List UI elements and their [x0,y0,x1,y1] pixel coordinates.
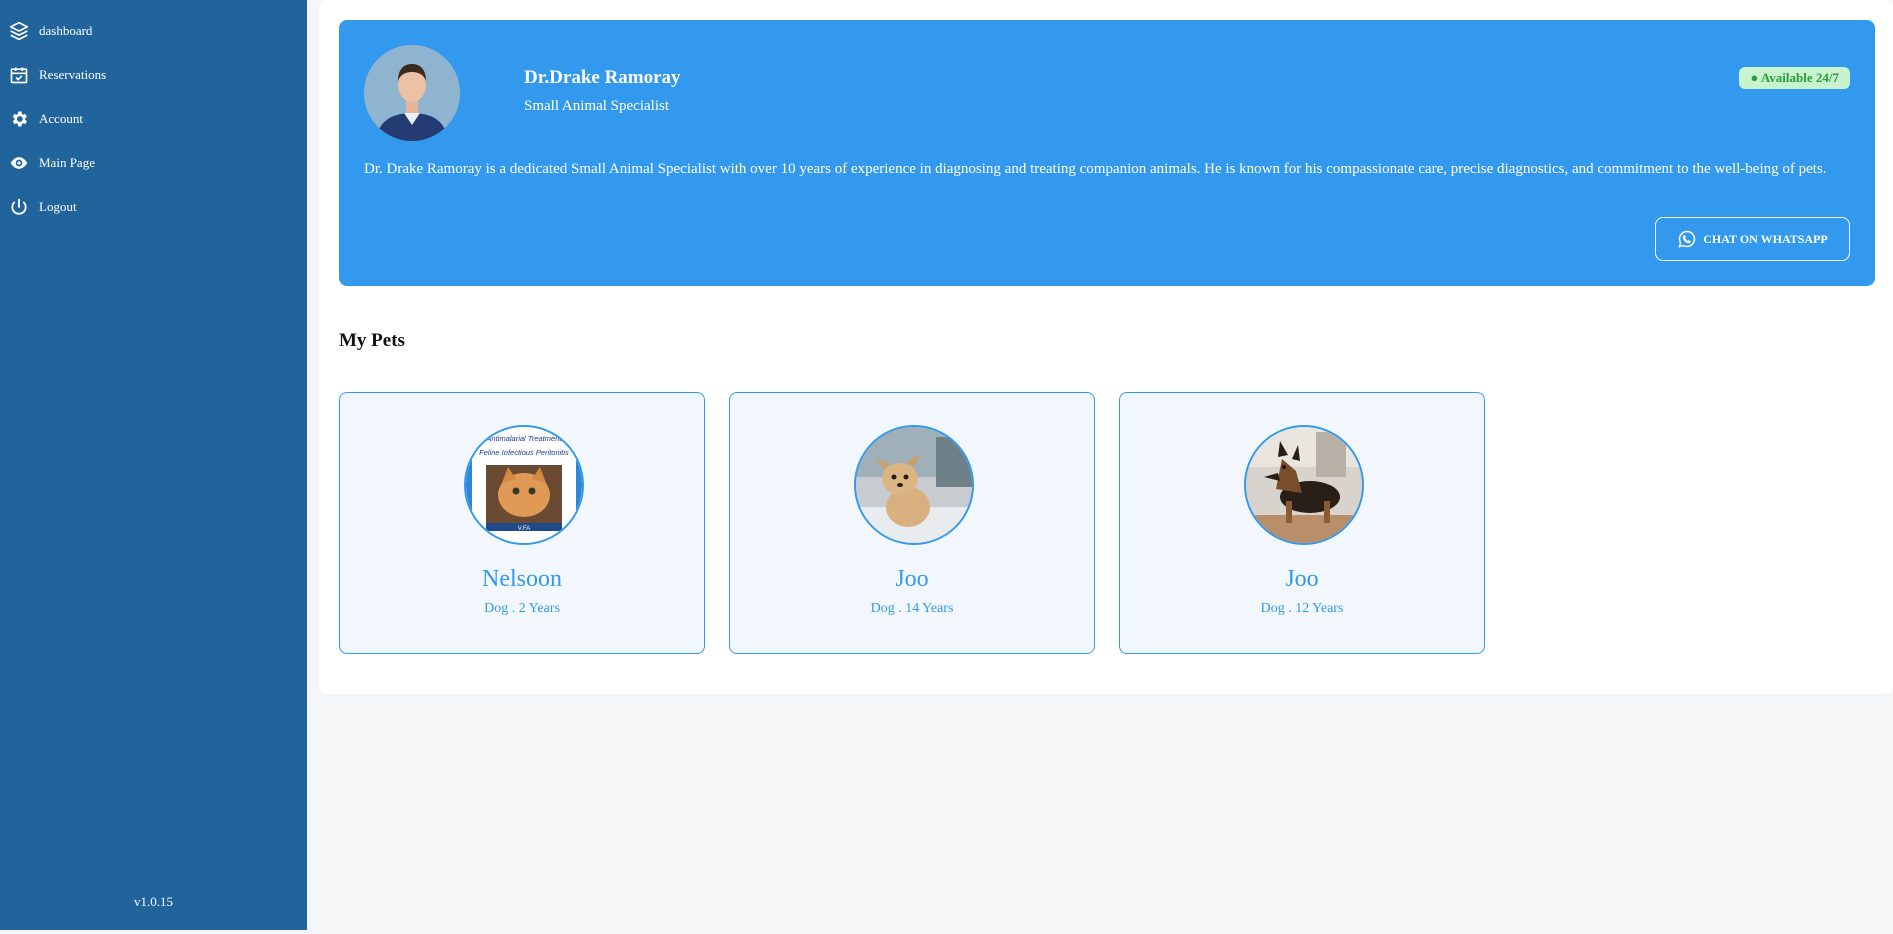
power-icon [8,196,30,218]
doctor-avatar [364,45,460,141]
sidebar-item-account[interactable]: Account [0,97,307,141]
doctor-specialty: Small Animal Specialist [524,98,669,114]
photo-caption-3: V.FA [518,526,530,532]
sidebar-item-dashboard[interactable]: dashboard [0,9,307,53]
sidebar-item-label: dashboard [39,23,93,38]
pet-card[interactable]: Antimalarial Treatment Feline Infectious… [339,392,705,654]
photo-caption-2: Feline Infectious Peritonitis [479,448,569,457]
eye-icon [8,152,30,174]
whatsapp-label: CHAT ON WHATSAPP [1703,231,1828,246]
pet-photo [1244,425,1364,545]
sidebar-item-label: Account [39,111,84,126]
pet-card[interactable]: Joo Dog . 12 Years [1119,392,1485,654]
sidebar-item-label: Reservations [39,67,107,82]
pet-photo [854,425,974,545]
pet-meta: Dog . 2 Years [484,601,560,616]
pet-meta: Dog . 14 Years [870,601,954,616]
pet-name: Nelsoon [482,566,562,592]
main-content: Dr.Drake Ramoray Small Animal Specialist… [319,0,1893,694]
doctor-name: Dr.Drake Ramoray [524,67,681,88]
gear-icon [8,108,30,130]
pet-photo: Antimalarial Treatment Feline Infectious… [464,425,584,545]
sidebar-item-reservations[interactable]: Reservations [0,53,307,97]
doctor-profile-card: Dr.Drake Ramoray Small Animal Specialist… [339,20,1875,286]
photo-caption-1: Antimalarial Treatment [486,434,563,443]
status-badge: ● Available 24/7 [1739,67,1850,89]
doctor-bio: Dr. Drake Ramoray is a dedicated Small A… [364,161,1827,177]
sidebar-item-logout[interactable]: Logout [0,185,307,229]
whatsapp-icon [1677,229,1697,249]
sidebar: dashboard Reservations Account Main Page… [0,0,307,930]
chat-whatsapp-button[interactable]: CHAT ON WHATSAPP [1655,217,1850,261]
pet-name: Joo [895,566,929,592]
layers-icon [8,20,30,42]
sidebar-item-main-page[interactable]: Main Page [0,141,307,185]
pet-name: Joo [1285,566,1319,592]
calendar-check-icon [8,64,30,86]
sidebar-item-label: Main Page [39,155,95,170]
pet-card[interactable]: Joo Dog . 14 Years [729,392,1095,654]
app-version: v1.0.15 [134,894,173,909]
sidebar-item-label: Logout [39,199,77,214]
pet-meta: Dog . 12 Years [1260,601,1344,616]
section-title: My Pets [339,330,405,351]
